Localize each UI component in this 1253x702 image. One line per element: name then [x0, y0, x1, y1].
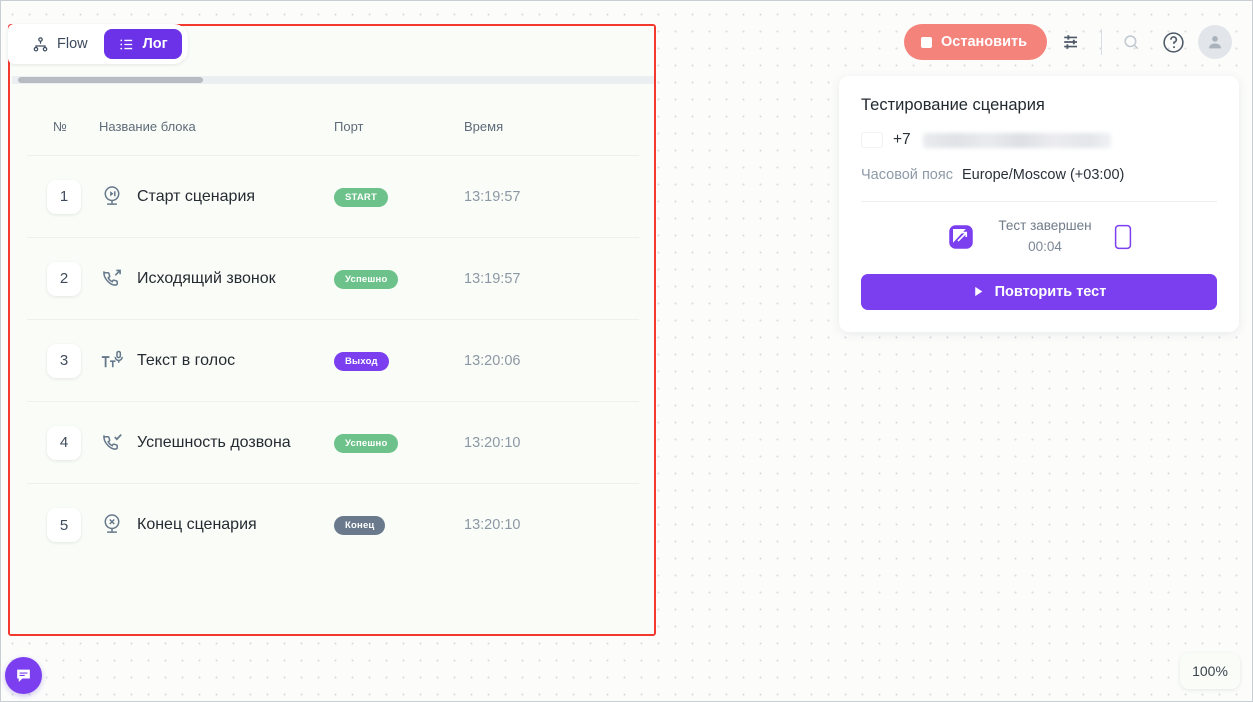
row-name-label: Исходящий звонок — [137, 269, 276, 287]
status-badge: Успешно — [334, 433, 399, 453]
timezone-label: Часовой пояс — [861, 167, 953, 183]
flow-icon — [33, 36, 48, 51]
settings-sliders-icon — [1064, 35, 1078, 49]
row-index-badge: 4 — [47, 425, 81, 460]
row-name-cell: Старт сценария — [99, 184, 334, 210]
test-status-time: 00:04 — [1028, 238, 1062, 254]
call-window-icon — [949, 225, 974, 249]
stop-button-label: Остановить — [941, 34, 1027, 50]
phone-number-masked — [922, 132, 1111, 148]
status-badge: Конец — [334, 516, 386, 535]
phone-prefix: +7 — [893, 131, 911, 148]
test-status-row: Тест завершен 00:04 — [861, 202, 1217, 274]
list-icon — [119, 39, 132, 49]
table-row[interactable]: 1 Старт сценария START 13:19:57 — [27, 156, 639, 238]
search-button[interactable] — [1114, 25, 1148, 59]
tab-log-label: Лог — [142, 36, 168, 52]
row-index-cell: 2 — [31, 261, 99, 296]
end-scenario-icon — [104, 514, 120, 533]
row-port-cell: START — [334, 187, 464, 207]
row-time-cell: 13:19:57 — [464, 188, 521, 205]
row-name-label: Текст в голос — [137, 351, 236, 369]
user-avatar[interactable] — [1198, 25, 1232, 59]
row-index-badge: 3 — [47, 343, 81, 378]
play-icon — [974, 287, 982, 297]
row-name-label: Конец сценария — [137, 516, 257, 533]
row-index-badge: 5 — [47, 508, 81, 542]
mobile-phone-icon — [1114, 224, 1131, 250]
search-icon — [1123, 34, 1138, 49]
test-status-text: Тест завершен 00:04 — [998, 216, 1091, 258]
row-port-cell: Выход — [334, 351, 464, 371]
row-index-cell: 1 — [31, 179, 99, 214]
chat-bubble-icon — [17, 669, 30, 682]
tab-log[interactable]: Лог — [103, 29, 182, 59]
repeat-test-button[interactable]: Повторить тест — [861, 273, 1217, 310]
table-row[interactable]: 4 Успешность дозвона Успешно 13:20:10 — [27, 402, 639, 484]
status-badge: START — [334, 187, 388, 207]
toolbar-divider — [1101, 29, 1102, 55]
outgoing-call-icon — [103, 269, 121, 286]
row-time-cell: 13:20:10 — [464, 517, 521, 533]
tab-flow[interactable]: Flow — [18, 29, 102, 59]
row-name-cell: Успешность дозвона — [99, 430, 334, 456]
panel-tabbar: Flow Лог — [8, 24, 188, 64]
app-root: № Название блока Порт Время 1 Старт сцен… — [0, 0, 1253, 702]
top-toolbar: Остановить — [904, 18, 1242, 66]
row-index-badge: 2 — [47, 261, 81, 296]
table-row[interactable]: 2 Исходящий звонок Успешно 13:19:57 — [27, 238, 639, 320]
column-header-port: Порт — [334, 119, 364, 134]
row-port-cell: Успешно — [334, 433, 464, 453]
row-index-cell: 3 — [31, 343, 99, 378]
tab-flow-label: Flow — [57, 36, 88, 52]
test-status-title: Тест завершен — [998, 218, 1092, 233]
column-header-time: Время — [464, 119, 504, 134]
timezone-row: Часовой пояс Europe/Moscow (+03:00) — [861, 167, 1217, 202]
help-button[interactable] — [1156, 25, 1190, 59]
log-panel: № Название блока Порт Время 1 Старт сцен… — [8, 24, 656, 636]
column-header-num: № — [53, 119, 67, 134]
row-index-badge: 1 — [47, 179, 81, 214]
row-port-cell: Успешно — [334, 269, 464, 289]
stop-square-icon — [921, 36, 933, 48]
stop-button[interactable]: Остановить — [904, 24, 1047, 60]
call-success-icon — [103, 433, 122, 450]
log-horizontal-scrollbar-thumb[interactable] — [18, 77, 203, 83]
card-title: Тестирование сценария — [861, 96, 1045, 114]
row-name-cell: Текст в голос — [99, 348, 334, 374]
row-name-label: Старт сценария — [137, 187, 256, 205]
table-row[interactable]: 5 Конец сценария Конец 13:20:10 — [27, 484, 639, 566]
row-time-cell: 13:19:57 — [464, 270, 521, 287]
log-table-header: № Название блока Порт Время — [27, 98, 639, 156]
text-to-speech-icon — [101, 350, 123, 367]
settings-sliders-button[interactable] — [1055, 25, 1089, 59]
row-index-cell: 4 — [31, 425, 99, 460]
zoom-level-indicator[interactable]: 100% — [1180, 653, 1240, 689]
row-name-cell: Исходящий звонок — [99, 266, 334, 292]
table-row[interactable]: 3 Текст в голос Выход 13:20:06 — [27, 320, 639, 402]
log-table: № Название блока Порт Время 1 Старт сцен… — [27, 98, 639, 566]
row-name-cell: Конец сценария — [99, 512, 334, 538]
repeat-test-label: Повторить тест — [994, 283, 1107, 300]
column-header-name: Название блока — [99, 119, 196, 134]
help-circle-icon — [1162, 31, 1184, 53]
row-time-cell: 13:20:06 — [464, 352, 521, 369]
status-badge: Успешно — [334, 269, 399, 289]
user-avatar-icon — [1209, 36, 1221, 49]
ru-flag-icon — [861, 132, 883, 148]
test-info-card: Тестирование сценария +7 Часовой пояс Eu… — [839, 76, 1239, 332]
row-port-cell: Конец — [334, 515, 464, 535]
row-time-cell: 13:20:10 — [464, 434, 521, 451]
row-index-cell: 5 — [31, 508, 99, 542]
phone-row: +7 — [861, 131, 1217, 149]
status-badge: Выход — [334, 351, 389, 371]
chat-button[interactable] — [5, 657, 42, 694]
row-name-label: Успешность дозвона — [137, 433, 291, 451]
start-scenario-icon — [104, 185, 120, 205]
timezone-value: Europe/Moscow (+03:00) — [961, 167, 1125, 183]
